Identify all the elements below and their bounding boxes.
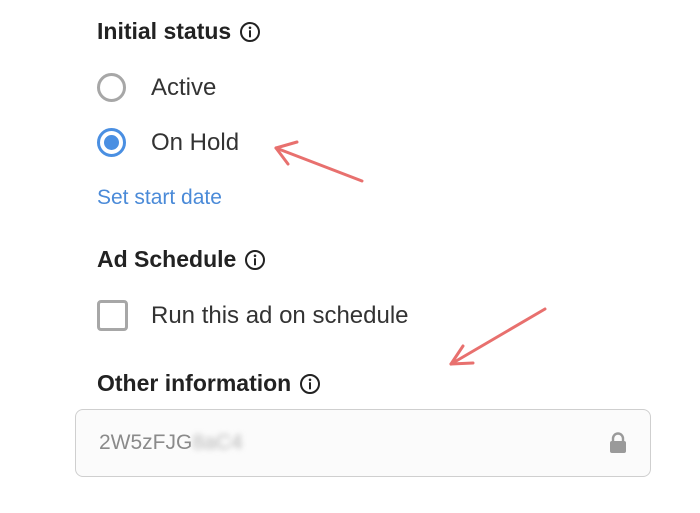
radio-active-label: Active [151,73,217,101]
radio-option-active[interactable]: Active [97,73,216,102]
other-information-field[interactable]: 2W5zFJG8aC4 [75,409,651,477]
info-icon[interactable] [299,373,321,395]
radio-option-on-hold[interactable]: On Hold [97,128,239,157]
radio-active[interactable] [97,73,126,102]
field-value-obscured: 8aC4 [192,431,243,454]
other-information-title: Other information [97,370,321,397]
set-start-date-link[interactable]: Set start date [97,186,222,210]
info-icon[interactable] [244,249,266,271]
lock-icon [610,432,626,453]
initial-status-title-text: Initial status [97,18,232,44]
radio-on-hold[interactable] [97,128,126,157]
other-information-value: 2W5zFJG8aC4 [99,431,608,455]
run-on-schedule-checkbox[interactable] [97,300,128,331]
annotation-arrow-icon [274,140,364,183]
ad-schedule-title-text: Ad Schedule [97,246,237,272]
run-on-schedule-label: Run this ad on schedule [151,301,409,329]
field-value-visible: 2W5zFJG [99,431,193,454]
initial-status-title: Initial status [97,18,261,45]
annotation-arrow-icon [449,307,547,366]
radio-on-hold-label: On Hold [151,128,240,156]
ad-schedule-title: Ad Schedule [97,246,266,273]
other-information-title-text: Other information [97,370,292,396]
info-icon[interactable] [239,21,261,43]
run-on-schedule-option[interactable]: Run this ad on schedule [97,300,409,331]
